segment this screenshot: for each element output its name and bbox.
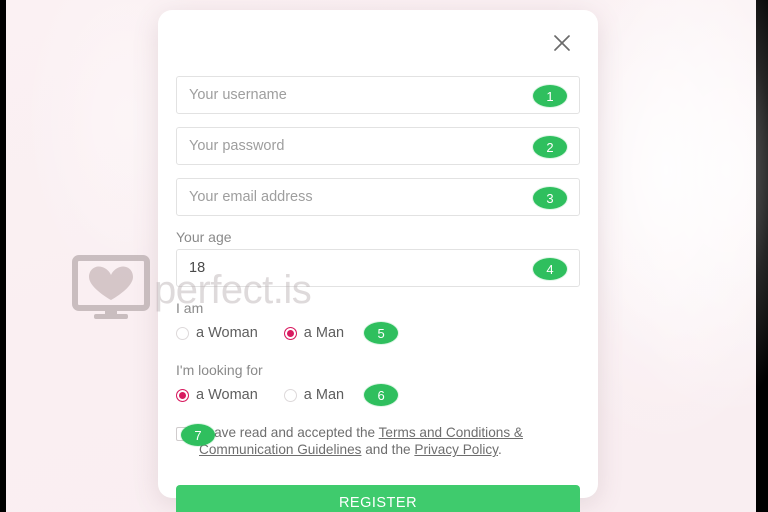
terms-row: I have read and accepted the Terms and C… [176,424,580,459]
age-input[interactable] [177,250,579,286]
gender-self-label: I am [176,300,204,316]
gender-self-woman[interactable]: a Woman [176,325,258,341]
register-button[interactable]: REGISTER [176,484,580,512]
gender-self-group: a Woman a Man 5 [176,318,580,348]
step-badge-2: 2 [533,136,567,158]
username-field[interactable]: 1 [176,76,580,114]
radio-dot-selected[interactable] [176,388,189,402]
gender-self-woman-label: a Woman [196,325,258,341]
gender-self-man-label: a Man [303,325,345,341]
terms-text-part-1: I have read and accepted the [199,425,379,440]
close-glyph [554,35,570,51]
close-icon[interactable] [549,30,575,56]
gender-seeking-label: I'm looking for [176,362,263,378]
age-label: Your age [176,229,232,245]
step-badge-7: 7 [181,424,215,446]
gender-seeking-woman-label: a Woman [196,387,258,403]
terms-text: I have read and accepted the Terms and C… [199,424,580,459]
gender-seeking-woman[interactable]: a Woman [176,387,258,403]
username-input[interactable] [177,77,579,113]
registration-modal: 1 2 3 Your age 4 I am a Woman a Man 5 I'… [158,10,598,512]
step-badge-3: 3 [533,187,567,209]
step-badge-1: 1 [533,85,567,107]
step-badge-5: 5 [364,322,399,344]
step-badge-4: 4 [533,258,567,280]
terms-text-part-3: . [497,442,502,458]
gender-seeking-man-label: a Man [303,387,345,403]
password-input[interactable] [177,128,579,164]
terms-text-part-2: and the [361,442,415,458]
age-field[interactable]: 4 [176,249,580,287]
modal-header [167,10,589,76]
gender-seeking-group: a Woman a Man 6 [176,380,580,410]
radio-dot[interactable] [176,326,189,340]
gender-seeking-man[interactable]: a Man [283,387,345,403]
email-field[interactable]: 3 [176,178,580,216]
password-field[interactable]: 2 [176,127,580,165]
radio-dot[interactable] [283,388,297,402]
radio-dot-selected[interactable] [283,326,297,340]
step-badge-6: 6 [364,384,399,406]
privacy-policy-link[interactable]: Privacy Policy [414,442,498,457]
gender-self-man[interactable]: a Man [283,325,345,341]
email-input[interactable] [177,179,579,215]
